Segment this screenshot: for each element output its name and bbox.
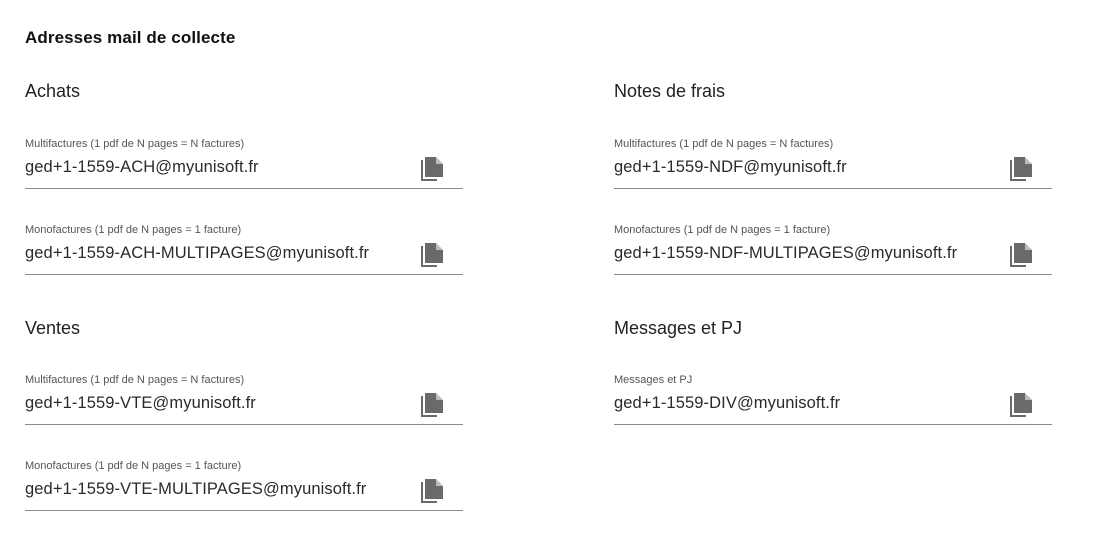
copy-icon (421, 243, 443, 267)
copy-button[interactable] (417, 240, 447, 270)
copy-icon (421, 393, 443, 417)
field-underline (25, 188, 463, 189)
copy-button[interactable] (1006, 390, 1036, 420)
field-label: Multifactures (1 pdf de N pages = N fact… (614, 138, 834, 150)
section-title-messages-pj: Messages et PJ (614, 318, 743, 338)
field-label: Monofactures (1 pdf de N pages = 1 factu… (25, 460, 242, 472)
field-underline (25, 424, 463, 425)
field-label: Multifactures (1 pdf de N pages = N fact… (25, 138, 245, 150)
email-value[interactable]: ged+1-1559-VTE-MULTIPAGES@myunisoft.fr (25, 480, 366, 499)
field-underline (614, 274, 1052, 275)
email-field-achats-mono: Monofactures (1 pdf de N pages = 1 factu… (25, 224, 463, 280)
copy-icon (421, 157, 443, 181)
field-underline (614, 424, 1052, 425)
email-value[interactable]: ged+1-1559-DIV@myunisoft.fr (614, 394, 840, 413)
email-value[interactable]: ged+1-1559-ACH-MULTIPAGES@myunisoft.fr (25, 244, 369, 263)
field-underline (614, 188, 1052, 189)
field-underline (25, 274, 463, 275)
field-label: Messages et PJ (614, 374, 693, 386)
page-title: Adresses mail de collecte (25, 28, 236, 47)
copy-button[interactable] (1006, 154, 1036, 184)
email-value[interactable]: ged+1-1559-NDF@myunisoft.fr (614, 158, 847, 177)
field-label: Monofactures (1 pdf de N pages = 1 factu… (25, 224, 242, 236)
email-field-ndf-mono: Monofactures (1 pdf de N pages = 1 factu… (614, 224, 1052, 280)
copy-button[interactable] (417, 390, 447, 420)
email-field-achats-multi: Multifactures (1 pdf de N pages = N fact… (25, 138, 463, 194)
email-field-ndf-multi: Multifactures (1 pdf de N pages = N fact… (614, 138, 1052, 194)
email-value[interactable]: ged+1-1559-VTE@myunisoft.fr (25, 394, 256, 413)
section-title-achats: Achats (25, 81, 81, 101)
email-field-ventes-multi: Multifactures (1 pdf de N pages = N fact… (25, 374, 463, 430)
copy-icon (421, 479, 443, 503)
copy-icon (1010, 393, 1032, 417)
email-field-ventes-mono: Monofactures (1 pdf de N pages = 1 factu… (25, 460, 463, 516)
copy-button[interactable] (417, 154, 447, 184)
field-underline (25, 510, 463, 511)
section-title-ventes: Ventes (25, 318, 81, 338)
field-label: Monofactures (1 pdf de N pages = 1 factu… (614, 224, 831, 236)
copy-button[interactable] (1006, 240, 1036, 270)
section-title-notes-de-frais: Notes de frais (614, 81, 726, 101)
field-label: Multifactures (1 pdf de N pages = N fact… (25, 374, 245, 386)
copy-button[interactable] (417, 476, 447, 506)
email-value[interactable]: ged+1-1559-ACH@myunisoft.fr (25, 158, 259, 177)
email-value[interactable]: ged+1-1559-NDF-MULTIPAGES@myunisoft.fr (614, 244, 957, 263)
copy-icon (1010, 157, 1032, 181)
copy-icon (1010, 243, 1032, 267)
email-field-messages-pj: Messages et PJ ged+1-1559-DIV@myunisoft.… (614, 374, 1052, 430)
